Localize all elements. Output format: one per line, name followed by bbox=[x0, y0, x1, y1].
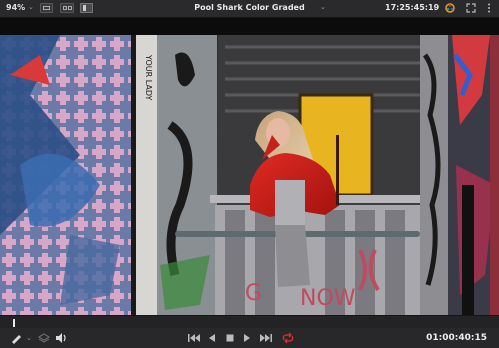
playback-timecode: 01:00:40:15 bbox=[426, 333, 487, 343]
loop-icon[interactable] bbox=[281, 332, 295, 344]
title-dropdown-icon[interactable]: ⌄ bbox=[320, 3, 326, 11]
more-options-icon[interactable] bbox=[483, 2, 495, 14]
svg-text:NOW: NOW bbox=[300, 286, 356, 311]
video-viewer[interactable]: YOUR LADY G NOW bbox=[0, 18, 499, 315]
stop-icon[interactable] bbox=[225, 332, 235, 344]
fullscreen-icon[interactable] bbox=[465, 2, 477, 14]
timecode-dropdown-icon[interactable]: ⌄ bbox=[432, 3, 438, 11]
playhead[interactable] bbox=[13, 319, 15, 327]
video-frame: YOUR LADY G NOW bbox=[0, 35, 499, 315]
play-reverse-icon[interactable] bbox=[207, 332, 217, 344]
color-wheel-icon[interactable] bbox=[444, 2, 456, 14]
layers-icon[interactable] bbox=[38, 332, 50, 344]
viewer-toolbar: 94% ⌄ Pool Shark Color Graded ⌄ 17:25:45… bbox=[0, 0, 499, 18]
jump-to-end-icon[interactable] bbox=[259, 332, 273, 344]
jump-to-start-icon[interactable] bbox=[187, 332, 201, 344]
svg-text:G: G bbox=[245, 281, 262, 306]
tool-dropdown-icon[interactable]: ⌄ bbox=[25, 332, 33, 344]
timeline-scrubber[interactable] bbox=[0, 315, 499, 328]
play-icon[interactable] bbox=[242, 332, 252, 344]
speaker-icon[interactable] bbox=[55, 332, 68, 344]
pen-tool-icon[interactable] bbox=[10, 332, 24, 344]
transport-controls: ⌄ 01:00:40:15 bbox=[0, 328, 499, 348]
svg-text:YOUR LADY: YOUR LADY bbox=[144, 54, 153, 101]
